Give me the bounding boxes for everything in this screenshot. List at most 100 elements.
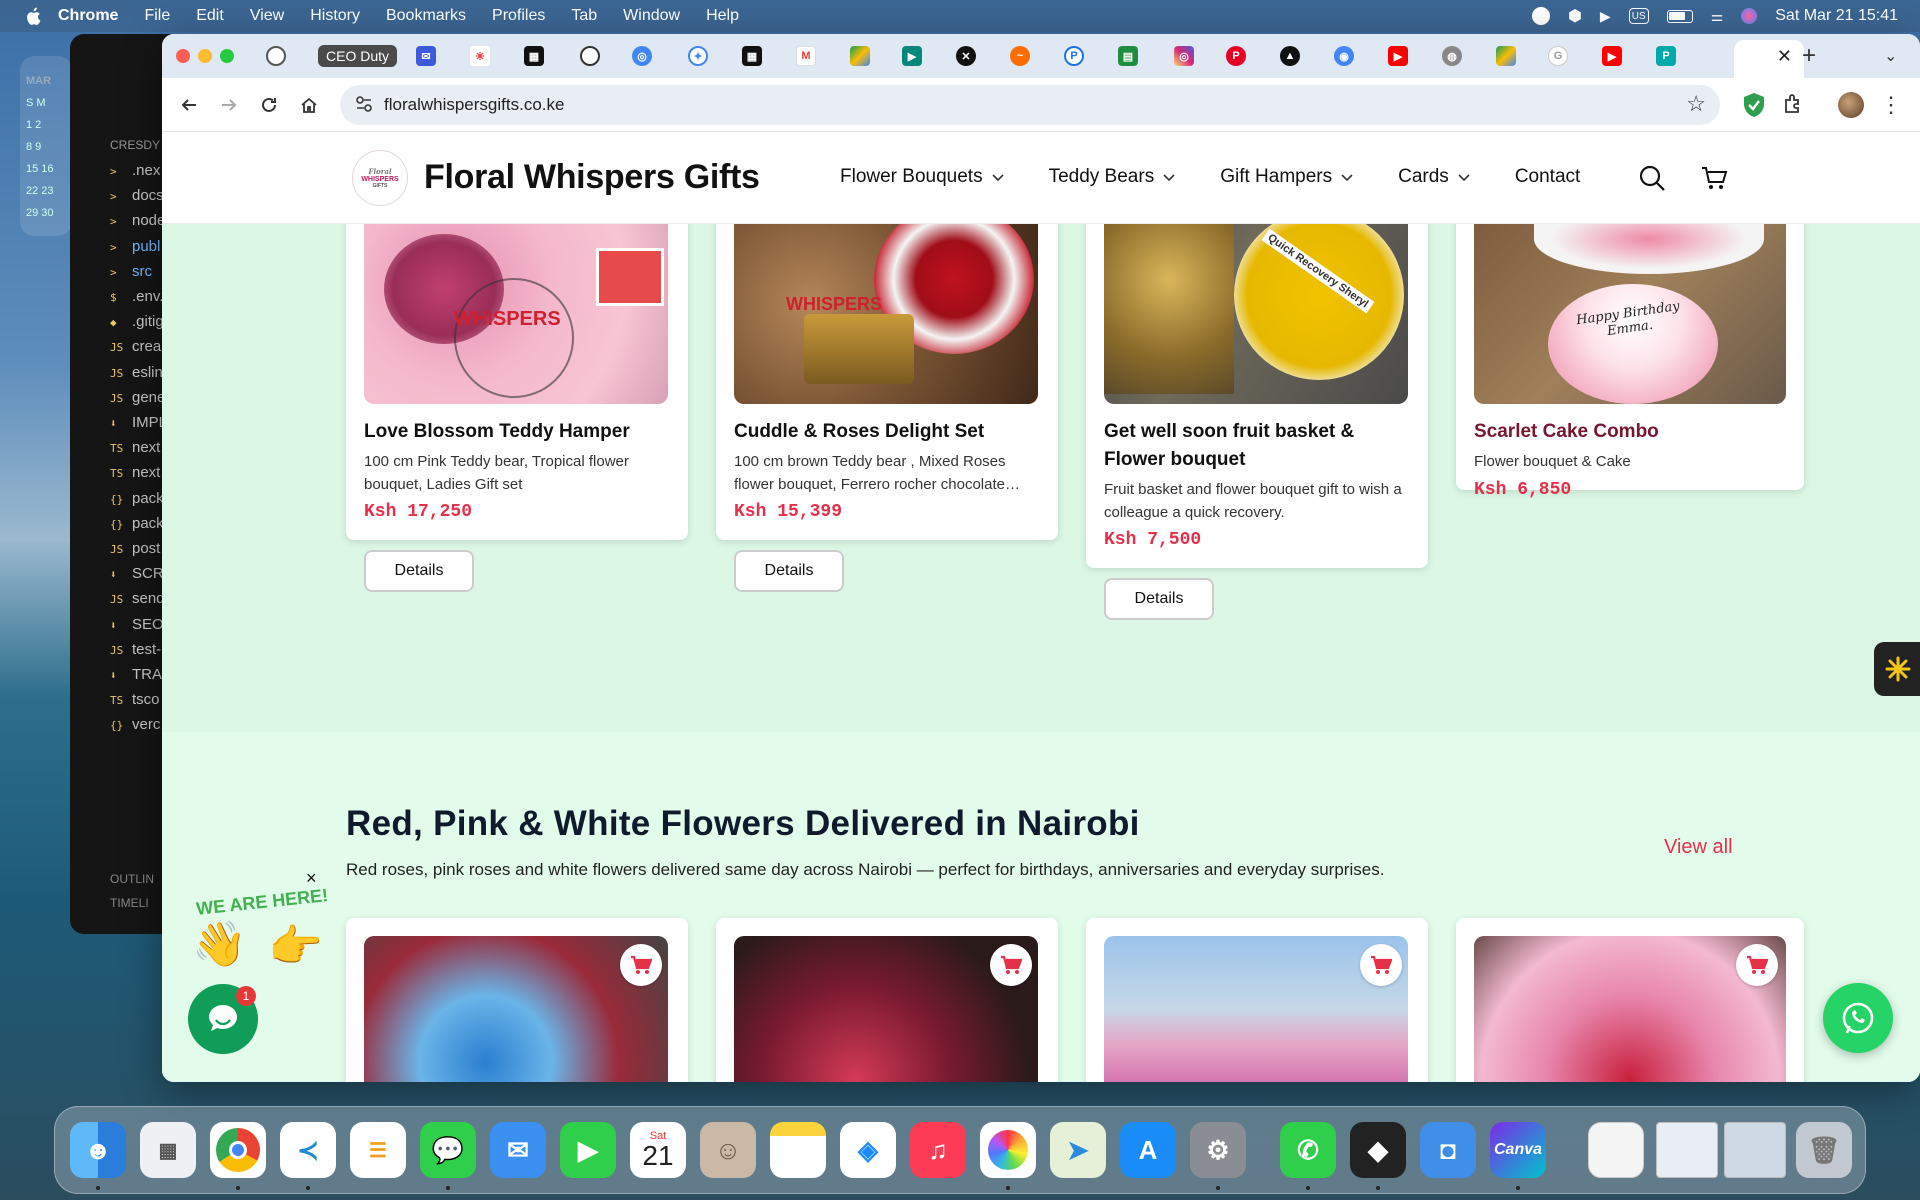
tab-p-icon[interactable]: P — [1064, 46, 1084, 66]
system-settings-icon[interactable]: ⚙ — [1190, 1122, 1246, 1178]
product-image[interactable]: Happy Birthday Emma. — [1474, 204, 1786, 404]
tab-claude-icon[interactable]: ✳ — [470, 46, 490, 66]
status-circle-icon[interactable] — [1531, 7, 1550, 25]
product-image[interactable]: WHISPERS — [734, 204, 1038, 404]
active-tab[interactable]: ✕ — [1734, 40, 1804, 78]
notes-icon[interactable] — [770, 1122, 826, 1178]
menu-view[interactable]: View — [250, 7, 284, 25]
tab-search-chevron-icon[interactable]: ⌄ — [1884, 46, 1897, 66]
profile-avatar[interactable] — [1838, 92, 1864, 118]
nav-flower-bouquets[interactable]: Flower Bouquets — [840, 166, 1005, 188]
status-play-icon[interactable]: ▶ — [1600, 8, 1611, 25]
view-all-link[interactable]: View all — [1664, 836, 1733, 859]
tab-youtube2-icon[interactable]: ▶ — [1602, 46, 1622, 66]
tab-sheets-icon[interactable]: ▤ — [1118, 46, 1138, 66]
menu-tab[interactable]: Tab — [571, 7, 597, 25]
explorer-file-item[interactable]: JS eslin — [110, 364, 163, 381]
reminders-icon[interactable]: ☰ — [350, 1122, 406, 1178]
finder-icon[interactable]: ☻ — [70, 1122, 126, 1178]
explorer-file-item[interactable]: ◆ .gitig — [110, 313, 164, 330]
add-to-cart-icon[interactable] — [990, 944, 1032, 986]
tab-triangle-icon[interactable]: ▲ — [1280, 46, 1300, 66]
product-name[interactable]: Get well soon fruit basket & Flower bouq… — [1104, 418, 1408, 474]
product-card[interactable] — [346, 918, 688, 1082]
tab-ceo-duty[interactable]: CEO Duty — [318, 45, 398, 67]
photos-icon[interactable] — [980, 1122, 1036, 1178]
tab-globe-icon[interactable]: ◍ — [1442, 46, 1462, 66]
battery-icon[interactable] — [1666, 9, 1693, 23]
explorer-file-item[interactable]: > node — [110, 212, 165, 229]
forward-button[interactable] — [216, 92, 242, 118]
explorer-file-item[interactable]: > docs — [110, 187, 164, 204]
tab-mail-icon[interactable]: ✉ — [416, 46, 436, 66]
close-window-button[interactable] — [176, 49, 190, 63]
tab-instagram-icon[interactable]: ◎ — [1174, 46, 1194, 66]
tab-drive-icon[interactable] — [850, 46, 870, 66]
app-store-icon[interactable]: A — [1120, 1122, 1176, 1178]
trash-icon[interactable]: 🗑 — [1796, 1122, 1852, 1178]
site-settings-icon[interactable] — [354, 94, 374, 114]
tab-notion2-icon[interactable]: ▦ — [742, 46, 762, 66]
explorer-file-item[interactable]: TS tsco — [110, 691, 160, 708]
calendar-icon[interactable]: Sat 21 — [630, 1122, 686, 1178]
nav-cards[interactable]: Cards — [1398, 166, 1471, 188]
explorer-file-item[interactable]: $ .env. — [110, 288, 163, 305]
menu-profiles[interactable]: Profiles — [492, 7, 545, 25]
outline-panel-label[interactable]: OUTLIN — [110, 872, 154, 886]
facetime-icon[interactable]: ▶ — [560, 1122, 616, 1178]
back-button[interactable] — [176, 92, 202, 118]
maps-icon[interactable]: ➤ — [1050, 1122, 1106, 1178]
messages-icon[interactable]: 💬 — [420, 1122, 476, 1178]
tab-sparkle-icon[interactable]: ✦ — [688, 46, 708, 66]
whatsapp-button[interactable] — [1823, 983, 1893, 1053]
tab-gmail-icon[interactable]: M — [796, 46, 816, 66]
product-card[interactable]: WHISPERS Cuddle & Roses Delight Set 100 … — [716, 204, 1058, 540]
preview-app-icon[interactable]: ◘ — [1420, 1122, 1476, 1178]
explorer-file-item[interactable]: ⬇ IMPL — [110, 414, 167, 431]
tab-circle-icon[interactable]: ◉ — [1334, 46, 1354, 66]
safari-icon[interactable]: ◈ — [840, 1122, 896, 1178]
product-card[interactable] — [1456, 918, 1804, 1082]
explorer-file-item[interactable]: JS test- — [110, 641, 161, 658]
tab-pinterest-icon[interactable]: P — [1226, 46, 1246, 66]
tab-youtube-icon[interactable]: ▶ — [1388, 46, 1408, 66]
timeline-panel-label[interactable]: TIMELI — [110, 896, 149, 910]
vscode-icon[interactable]: ≺ — [280, 1122, 336, 1178]
canva-icon[interactable]: Canva — [1490, 1122, 1546, 1178]
status-shield-icon[interactable]: ⬢ — [1568, 6, 1582, 26]
product-card[interactable] — [716, 918, 1058, 1082]
tab-drive2-icon[interactable] — [1496, 46, 1516, 66]
add-to-cart-icon[interactable] — [620, 944, 662, 986]
tab-tp-icon[interactable]: P — [1656, 46, 1676, 66]
product-card[interactable] — [1086, 918, 1428, 1082]
address-bar[interactable]: floralwhispersgifts.co.ke ☆ — [340, 85, 1720, 125]
input-source-indicator[interactable]: US — [1628, 8, 1649, 24]
tab-openai-icon[interactable] — [580, 46, 600, 66]
product-card[interactable]: Happy Birthday Emma. Scarlet Cake Combo … — [1456, 204, 1804, 500]
tab-notion-icon[interactable]: ▦ — [524, 46, 544, 66]
details-button[interactable]: Details — [364, 550, 474, 592]
details-button[interactable]: Details — [734, 550, 844, 592]
tab-github-icon[interactable] — [266, 46, 286, 66]
new-tab-button[interactable]: + — [1802, 42, 1816, 70]
cube-app-icon[interactable]: ◆ — [1350, 1122, 1406, 1178]
explorer-file-item[interactable]: > publ — [110, 238, 160, 255]
cart-icon[interactable] — [1700, 164, 1728, 192]
add-to-cart-icon[interactable] — [1736, 944, 1778, 986]
explorer-file-item[interactable]: JS crea — [110, 338, 161, 355]
site-logo[interactable]: Floral WHISPERS GIFTS — [352, 150, 408, 206]
reload-button[interactable] — [256, 92, 282, 118]
extension-shield-icon[interactable] — [1742, 92, 1768, 118]
product-image[interactable]: Quick Recovery Sheryl — [1104, 204, 1408, 404]
zoom-window-button[interactable] — [220, 49, 234, 63]
document-icon[interactable] — [1588, 1122, 1644, 1178]
tab-x-icon[interactable]: ✕ — [956, 46, 976, 66]
control-center-icon[interactable]: ⚌ — [1711, 8, 1724, 25]
tab-close-icon[interactable]: ✕ — [1777, 46, 1792, 67]
product-card[interactable]: Quick Recovery Sheryl Get well soon frui… — [1086, 204, 1428, 568]
product-name[interactable]: Cuddle & Roses Delight Set — [734, 418, 1038, 446]
tab-gemini-icon[interactable]: ◎ — [632, 46, 652, 66]
explorer-file-item[interactable]: > .nex — [110, 162, 160, 179]
screenshot-stack-2-icon[interactable] — [1724, 1122, 1786, 1178]
apple-icon[interactable] — [22, 5, 44, 27]
